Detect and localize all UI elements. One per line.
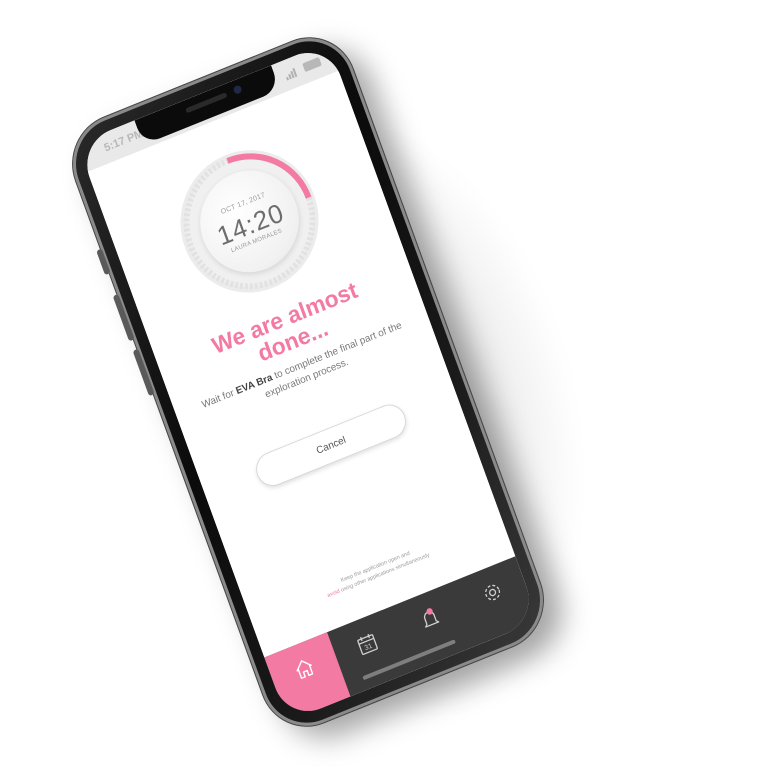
device-stage: 5:17 PM OCT 17, 2017 14:20 LAURA MORALES [0,0,759,767]
bell-icon [423,608,440,628]
gear-icon [485,584,501,601]
home-icon [296,660,314,679]
cancel-button[interactable]: Cancel [251,399,411,492]
front-camera [232,84,243,95]
signal-icon [284,66,300,81]
instruction-prefix: Wait for [200,386,239,411]
battery-icon [302,56,322,73]
progress-clock: OCT 17, 2017 14:20 LAURA MORALES [160,129,339,314]
